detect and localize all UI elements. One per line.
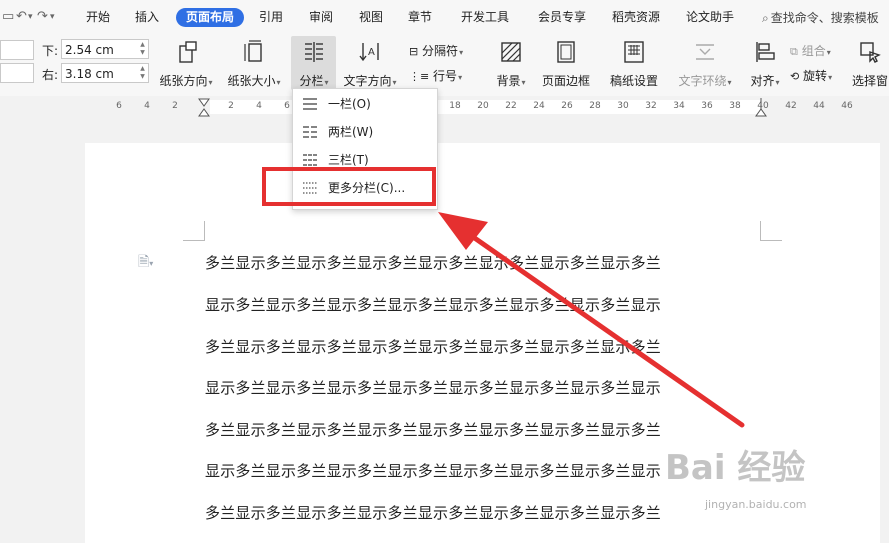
watermark-url: jingyan.baidu.com [705, 498, 807, 511]
watermark: Bai 经验 [665, 448, 806, 488]
